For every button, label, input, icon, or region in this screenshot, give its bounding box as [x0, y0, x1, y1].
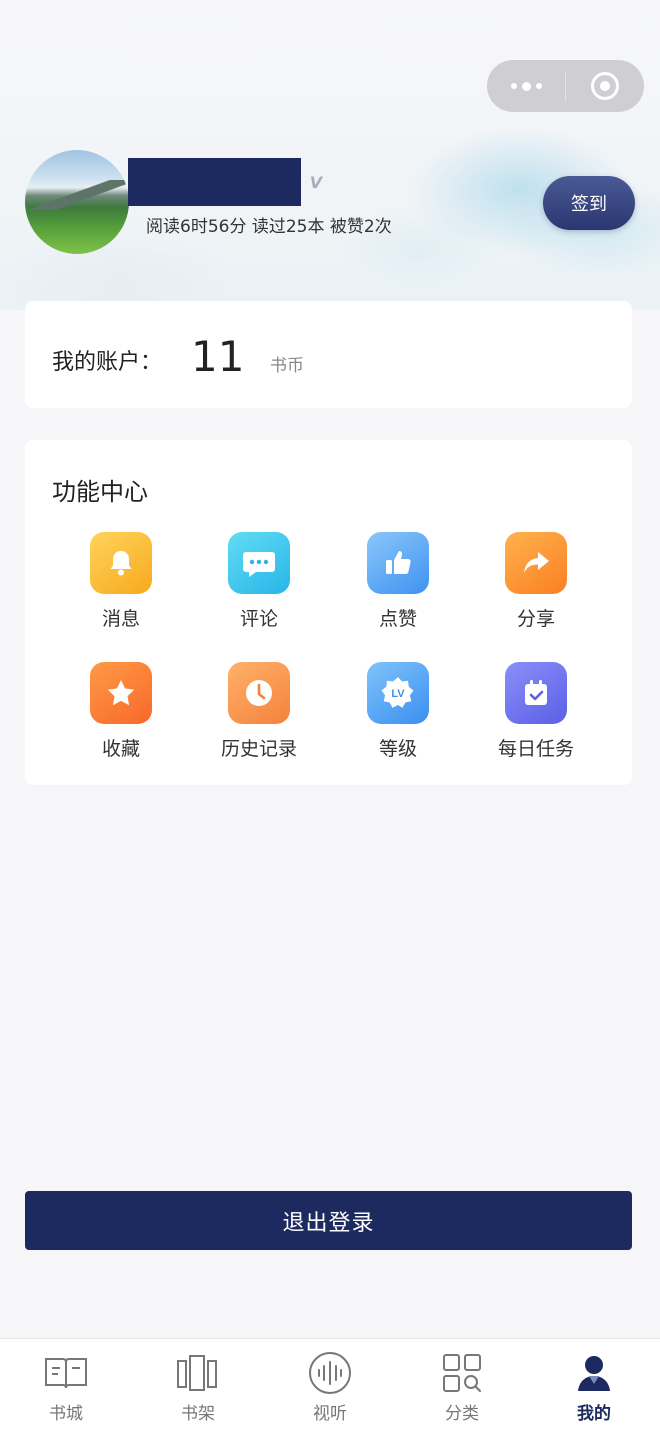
tab-label: 视听 — [313, 1404, 347, 1424]
func-item-label: 点赞 — [378, 608, 417, 630]
func-item-likes[interactable]: 点赞 — [338, 532, 458, 631]
bottom-tab-bar: 书城 书架 视听 分类 我的 — [0, 1338, 660, 1430]
func-item-favorites[interactable]: 收藏 — [61, 662, 181, 761]
calendar-check-icon — [505, 662, 567, 724]
func-item-history[interactable]: 历史记录 — [199, 662, 319, 761]
tab-label: 分类 — [445, 1404, 479, 1424]
category-icon — [437, 1351, 487, 1395]
func-item-comments[interactable]: 评论 — [199, 532, 319, 631]
account-balance: 11 — [191, 332, 245, 381]
tab-label: 书城 — [49, 1404, 83, 1424]
func-item-label: 每日任务 — [497, 738, 574, 760]
tab-audio[interactable]: 视听 — [264, 1339, 396, 1430]
avatar[interactable] — [25, 150, 129, 254]
func-item-label: 收藏 — [101, 738, 140, 760]
thumbs-up-icon — [367, 532, 429, 594]
logout-button[interactable]: 退出登录 — [25, 1191, 632, 1250]
tab-category[interactable]: 分类 — [396, 1339, 528, 1430]
func-item-daily-tasks[interactable]: 每日任务 — [476, 662, 596, 761]
func-item-level[interactable]: LV 等级 — [338, 662, 458, 761]
tab-bookstore[interactable]: 书城 — [0, 1339, 132, 1430]
star-icon — [90, 662, 152, 724]
svg-text:LV: LV — [391, 688, 405, 700]
reading-stats: 阅读6时56分 读过25本 被赞2次 — [146, 217, 392, 237]
func-item-label: 分享 — [516, 608, 555, 630]
bookstore-icon — [41, 1351, 91, 1395]
status-bar — [30, 6, 630, 36]
func-item-label: 消息 — [101, 608, 140, 630]
comment-icon — [228, 532, 290, 594]
bell-icon — [90, 532, 152, 594]
func-item-label: 等级 — [378, 738, 417, 760]
share-icon — [505, 532, 567, 594]
bookshelf-icon — [173, 1351, 223, 1395]
account-unit: 书币 — [270, 356, 304, 376]
mini-program-capsule — [487, 60, 644, 112]
clock-icon — [228, 662, 290, 724]
func-item-label: 评论 — [239, 608, 278, 630]
function-center-title: 功能中心 — [52, 478, 148, 506]
tab-profile[interactable]: 我的 — [528, 1339, 660, 1430]
level-icon: LV — [367, 662, 429, 724]
account-card[interactable]: 我的账户： 11 书币 — [25, 301, 632, 408]
tab-label: 我的 — [577, 1404, 611, 1424]
signin-button[interactable]: 签到 — [543, 176, 635, 230]
username-redacted — [128, 158, 301, 206]
func-item-label: 历史记录 — [220, 738, 297, 760]
more-icon[interactable] — [487, 60, 565, 112]
function-center-card: 功能中心 消息 评论 点赞 分享 收藏 历史记录 LV 等级 每日任务 — [25, 440, 632, 785]
profile-page: V 阅读6时56分 读过25本 被赞2次 签到 我的账户： 11 书币 功能中心… — [0, 0, 660, 1430]
func-item-messages[interactable]: 消息 — [61, 532, 181, 631]
profile-icon — [569, 1351, 619, 1395]
target-icon[interactable] — [566, 60, 644, 112]
tab-label: 书架 — [181, 1404, 215, 1424]
func-item-share[interactable]: 分享 — [476, 532, 596, 631]
tab-bookshelf[interactable]: 书架 — [132, 1339, 264, 1430]
audio-icon — [305, 1351, 355, 1395]
account-label: 我的账户： — [52, 350, 163, 375]
vip-badge-icon: V — [309, 173, 323, 192]
